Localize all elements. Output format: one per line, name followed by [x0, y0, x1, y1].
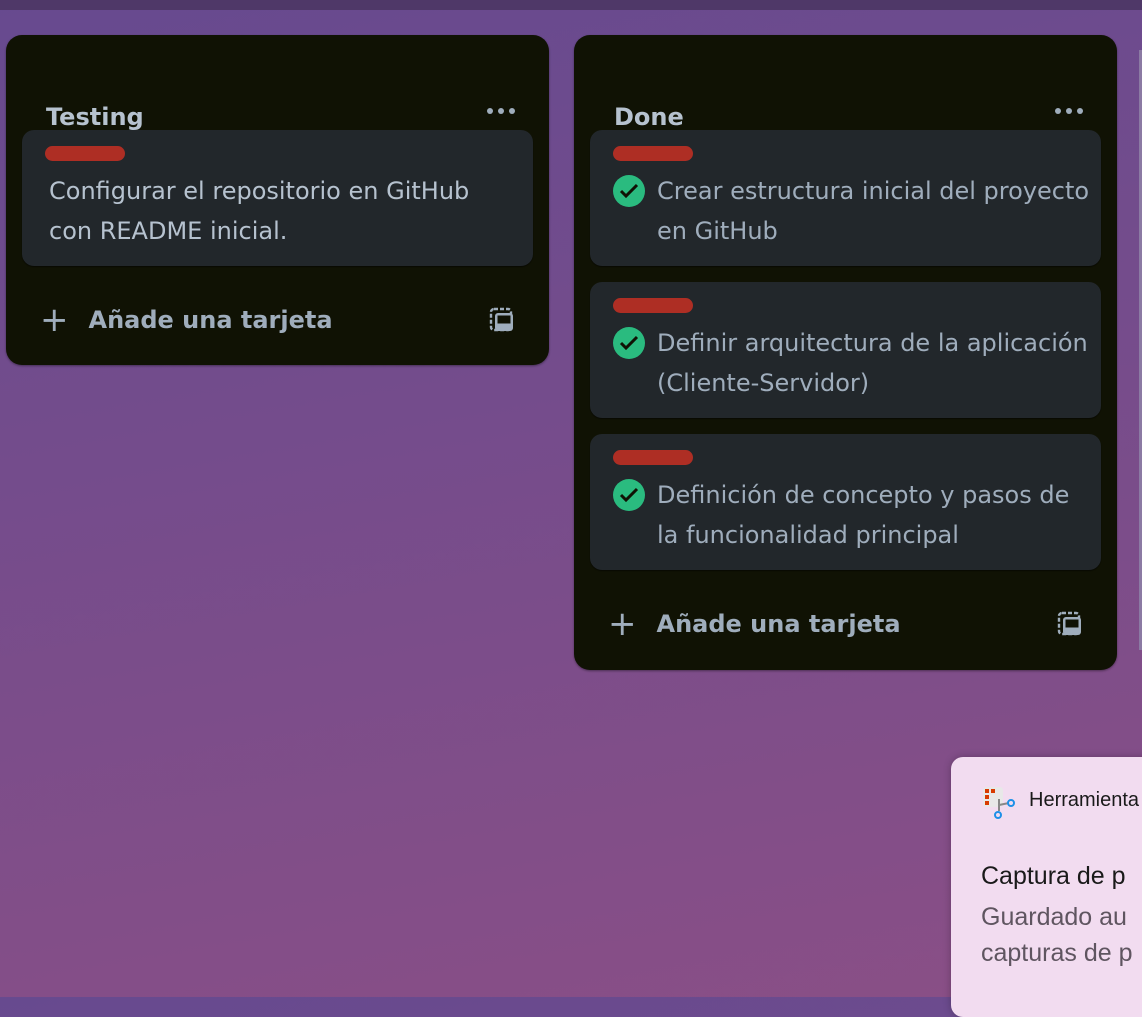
- add-card-button[interactable]: + Añade una tarjeta: [608, 604, 901, 644]
- card-label-red[interactable]: [613, 450, 693, 465]
- list-testing: Testing Configurar el repositorio en Git…: [6, 35, 549, 365]
- card-template-icon[interactable]: [1057, 611, 1083, 637]
- add-card-label: Añade una tarjeta: [656, 610, 901, 638]
- check-circle-icon[interactable]: [613, 327, 645, 359]
- card-title: Definir arquitectura de la aplicación (C…: [657, 329, 1088, 397]
- toast-body-line: Guardado au: [981, 903, 1127, 931]
- toast-body: Guardado au capturas de p: [981, 899, 1133, 971]
- add-card-button[interactable]: + Añade una tarjeta: [40, 300, 333, 340]
- card[interactable]: Configurar el repositorio en GitHub con …: [22, 130, 533, 266]
- list-done: Done Crear estructura inicial del proyec…: [574, 35, 1117, 670]
- card-template-icon[interactable]: [489, 307, 515, 333]
- toast-app-name: Herramienta: [1029, 789, 1140, 811]
- card[interactable]: Crear estructura inicial del proyecto en…: [590, 130, 1101, 266]
- card-label-red[interactable]: [613, 298, 693, 313]
- top-bar: [0, 0, 1142, 10]
- card-label-red[interactable]: [613, 146, 693, 161]
- card-label-red[interactable]: [45, 146, 125, 161]
- card-title: Crear estructura inicial del proyecto en…: [657, 177, 1090, 245]
- plus-icon: +: [40, 300, 69, 340]
- card-title: Definición de concepto y pasos de la fun…: [657, 481, 1070, 549]
- check-circle-icon[interactable]: [613, 479, 645, 511]
- toast-body-line: capturas de p: [981, 939, 1133, 967]
- check-circle-icon[interactable]: [613, 175, 645, 207]
- card[interactable]: Definir arquitectura de la aplicación (C…: [590, 282, 1101, 418]
- snipping-tool-icon: [983, 787, 1015, 819]
- list-title: Testing: [46, 103, 144, 131]
- list-title: Done: [614, 103, 684, 131]
- card[interactable]: Definición de concepto y pasos de la fun…: [590, 434, 1101, 570]
- toast-title: Captura de p: [981, 862, 1126, 890]
- snipping-tool-notification[interactable]: Herramienta Captura de p Guardado au capt…: [951, 757, 1142, 1017]
- list-menu-icon[interactable]: [487, 105, 515, 117]
- card-title: Configurar el repositorio en GitHub con …: [49, 177, 470, 245]
- plus-icon: +: [608, 604, 637, 644]
- add-card-label: Añade una tarjeta: [88, 306, 333, 334]
- list-menu-icon[interactable]: [1055, 105, 1083, 117]
